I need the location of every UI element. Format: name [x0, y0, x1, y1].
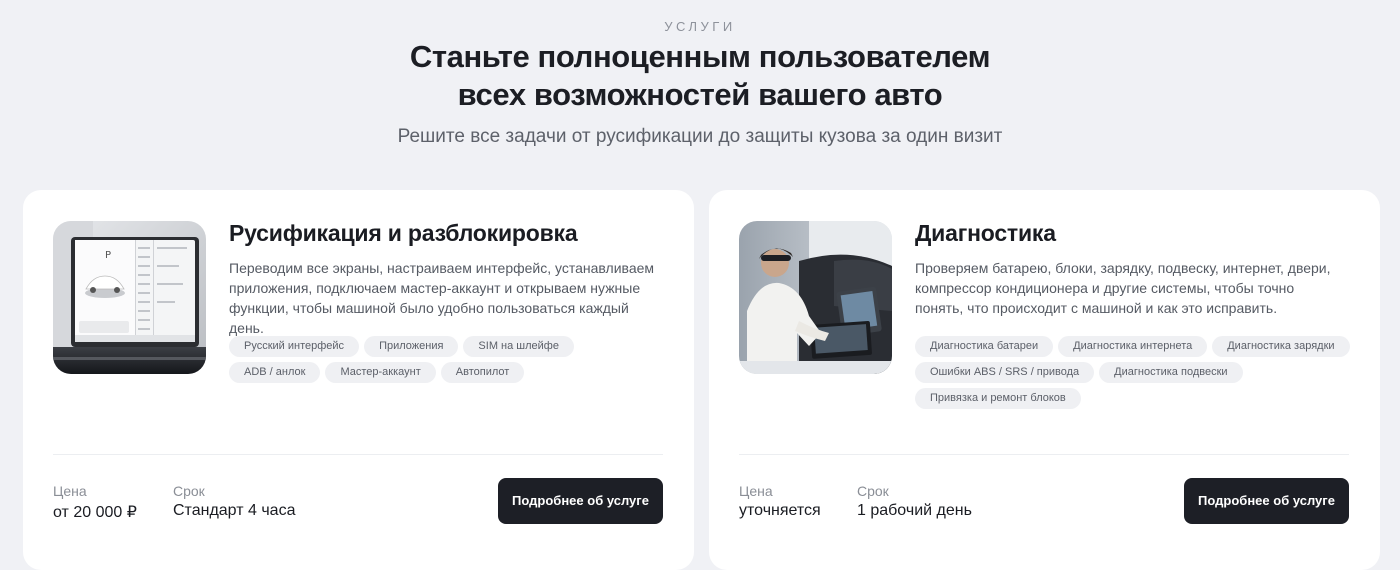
term-value: 1 рабочий день [857, 502, 972, 519]
tag: SIM на шлейфе [463, 336, 574, 357]
section-title-line-1: Станьте полноценным пользователем [409, 39, 991, 74]
tag-list: Диагностика батареи Диагностика интернет… [915, 336, 1355, 409]
section-title-line-2: всех возможностей вашего авто [457, 77, 943, 112]
card-title: Русификация и разблокировка [229, 220, 578, 246]
price-value: уточняется [739, 502, 821, 519]
tag: Автопилот [440, 362, 525, 383]
tag: Диагностика интернета [1058, 336, 1208, 357]
tag: Привязка и ремонт блоков [915, 388, 1081, 409]
tag-list: Русский интерфейс Приложения SIM на шлей… [229, 336, 669, 383]
svg-text:P: P [105, 250, 111, 261]
tag: Диагностика подвески [1099, 362, 1243, 383]
tag: Диагностика батареи [915, 336, 1054, 357]
service-card-diagnostics: Диагностика Проверяем батарею, блоки, за… [709, 190, 1380, 570]
details-button[interactable]: Подробнее об услуге [498, 478, 663, 524]
tag: ADB / анлок [229, 362, 321, 383]
tag: Мастер-аккаунт [325, 362, 436, 383]
term-label: Срок [857, 483, 889, 499]
section-title: Станьте полноценным пользователем всех в… [0, 38, 1400, 114]
tag: Диагностика зарядки [1212, 336, 1350, 357]
tag: Русский интерфейс [229, 336, 360, 357]
tag: Приложения [364, 336, 459, 357]
term-label: Срок [173, 483, 205, 499]
price-label: Цена [53, 483, 87, 499]
card-description: Переводим все экраны, настраиваем интерф… [229, 260, 655, 336]
service-card-russification: P Русификация и разблокировка Переводим … [23, 190, 694, 570]
card-description: Проверяем батарею, блоки, зарядку, подве… [915, 260, 1331, 316]
price-label: Цена [739, 483, 773, 499]
card-divider [739, 454, 1349, 455]
technician-diagnostics-photo [739, 221, 892, 374]
card-divider [53, 454, 663, 455]
card-title: Диагностика [915, 220, 1056, 246]
term-value: Стандарт 4 часа [173, 502, 296, 519]
car-infotainment-screen-image: P [53, 221, 206, 374]
section-subtitle: Решите все задачи от русификации до защи… [397, 126, 1003, 147]
tag: Ошибки ABS / SRS / привода [915, 362, 1095, 383]
section-eyebrow: УСЛУГИ [664, 19, 736, 34]
price-value: от 20 000 ₽ [53, 504, 137, 521]
details-button[interactable]: Подробнее об услуге [1184, 478, 1349, 524]
